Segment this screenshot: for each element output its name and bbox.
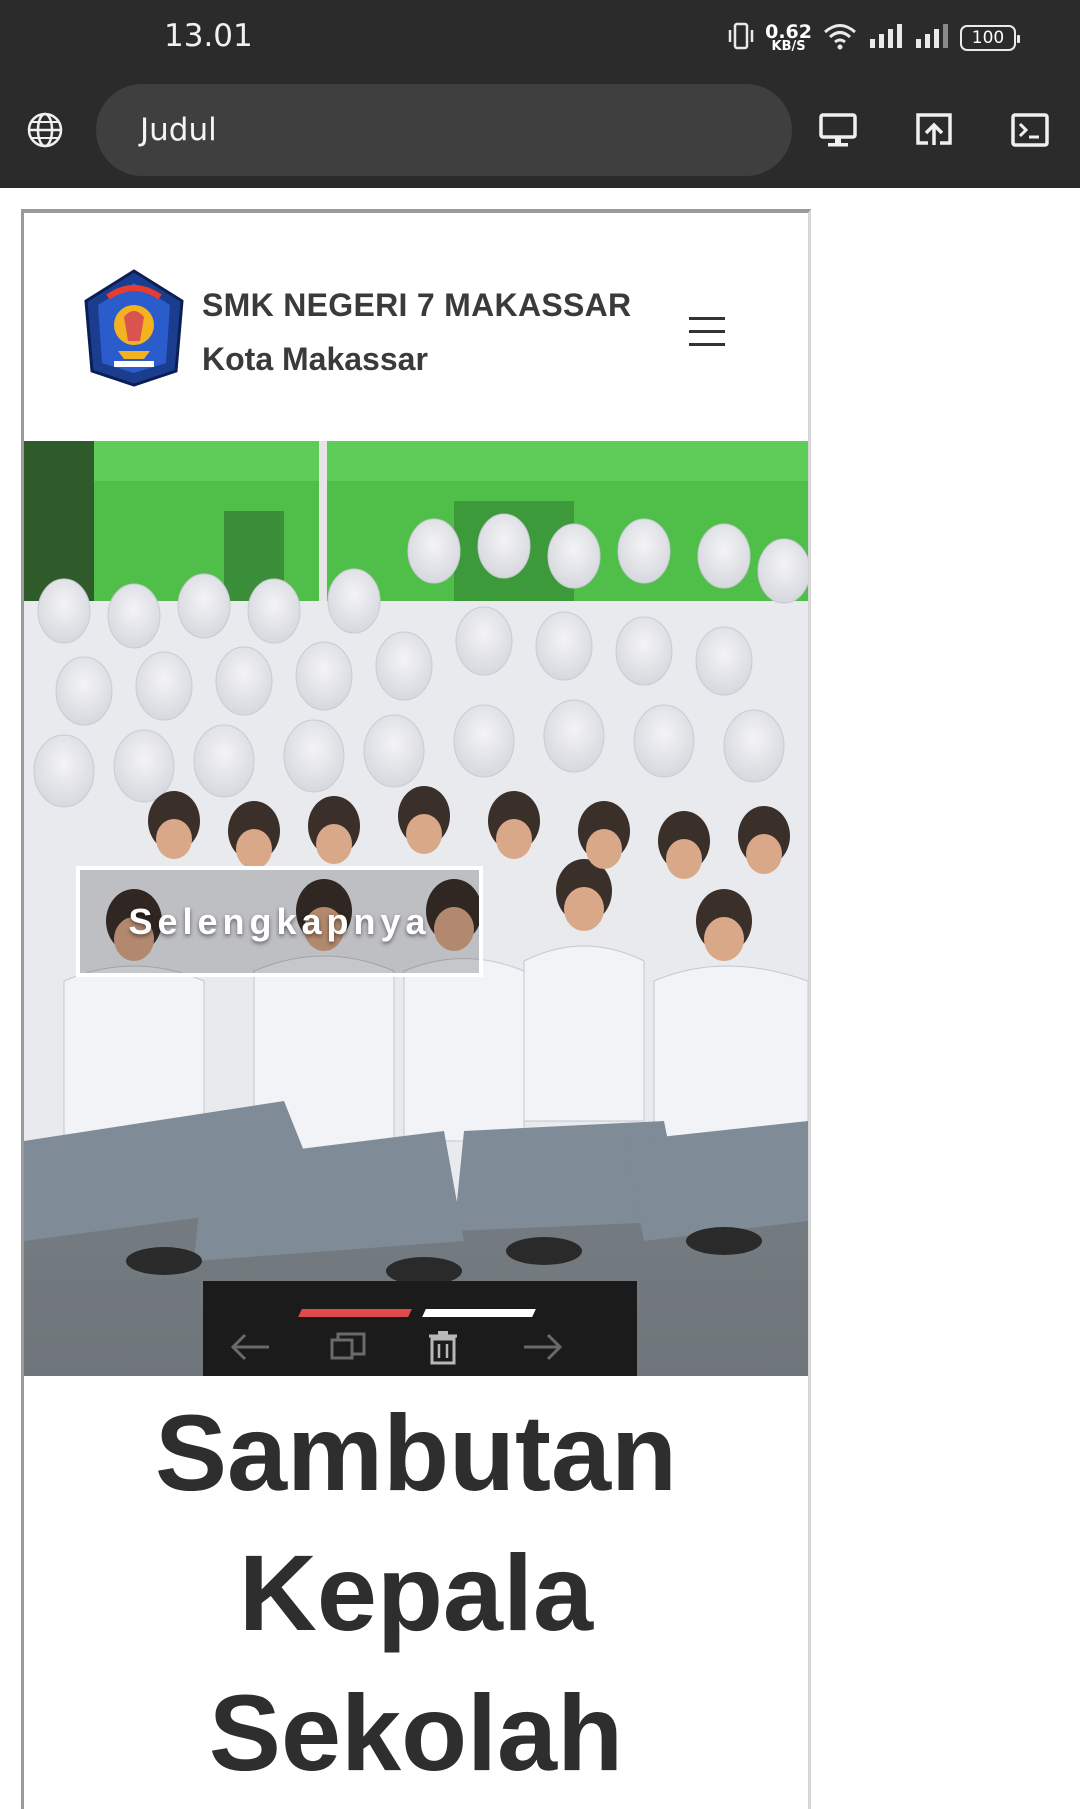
signal-icon [868,22,904,55]
battery-icon: 100 [960,25,1020,51]
section-title-line: Sambutan [154,1392,678,1513]
arrow-left-icon[interactable] [226,1325,276,1369]
battery-level: 100 [971,28,1005,48]
hamburger-icon[interactable] [680,307,734,355]
section-title-line: Sekolah [208,1672,624,1793]
globe-icon[interactable] [10,84,80,176]
status-time: 13.01 [164,18,253,54]
selengkapnya-button[interactable]: Selengkapnya [76,866,483,977]
school-name: SMK NEGERI 7 MAKASSAR [202,287,632,323]
school-logo[interactable] [78,267,190,387]
browser-chrome: 13.01 0.62 KB/S 100 Judul [0,0,1080,188]
net-speed: 0.62 KB/S [765,22,812,54]
vibrate-icon [727,21,755,56]
section-title: Sambutan Kepala Sekolah [24,1383,808,1803]
arrow-right-icon[interactable] [517,1325,567,1369]
desktop-icon[interactable] [803,84,873,176]
web-page: SMK NEGERI 7 MAKASSAR Kota Makassar Sele… [21,209,811,1809]
trash-icon[interactable] [418,1325,468,1369]
section-title-line: Kepala [238,1532,594,1653]
hero-slider[interactable]: Selengkapnya [24,441,808,1376]
share-upload-icon[interactable] [899,84,969,176]
status-icons: 0.62 KB/S 100 [727,20,1020,56]
url-text: Judul [140,112,217,148]
signal-icon [914,22,950,55]
school-city: Kota Makassar [202,341,428,377]
net-speed-unit: KB/S [771,38,806,54]
slide-indicator-active[interactable] [298,1309,412,1317]
wifi-icon [822,21,858,56]
url-bar[interactable]: Judul [96,84,792,176]
browser-toolbar: Judul [0,84,1080,176]
slider-controls [203,1281,637,1376]
status-bar: 13.01 0.62 KB/S 100 [0,0,1080,78]
slide-indicator[interactable] [422,1309,536,1317]
terminal-icon[interactable] [995,84,1065,176]
slideshow-icon[interactable] [323,1325,373,1369]
site-header: SMK NEGERI 7 MAKASSAR Kota Makassar [24,213,808,440]
